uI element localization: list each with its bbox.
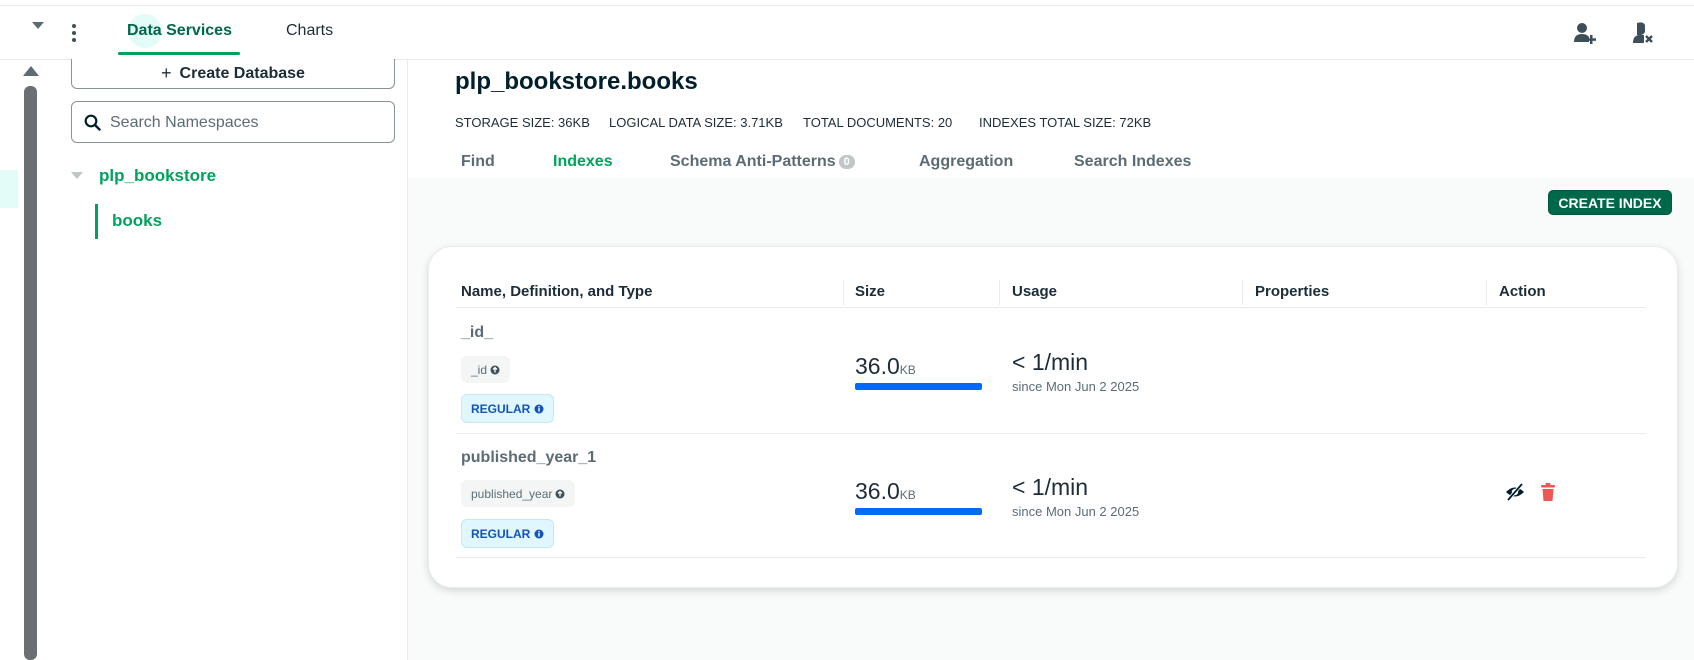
index-usage-since: since Mon Jun 2 2025 — [1012, 504, 1140, 519]
index-size: 36.0KB — [855, 353, 916, 380]
header-name-definition-type[interactable]: Name, Definition, and Type — [461, 283, 652, 300]
index-size-unit: KB — [899, 363, 916, 377]
database-item[interactable]: plp_bookstore — [99, 166, 216, 186]
search-input[interactable] — [110, 111, 380, 135]
delete-index-icon[interactable] — [1537, 481, 1559, 503]
stat-total-documents: TOTAL DOCUMENTS: 20 — [803, 115, 953, 130]
index-size-value: 36.0 — [855, 478, 900, 504]
index-size-bar — [855, 508, 982, 515]
index-size-unit: KB — [899, 488, 916, 502]
info-icon — [534, 404, 544, 413]
caret-down-icon[interactable] — [32, 22, 44, 29]
index-type-badge[interactable]: REGULAR — [461, 394, 555, 423]
tab-schema-label: Schema Anti-Patterns — [670, 153, 836, 170]
header-properties[interactable]: Properties — [1255, 283, 1329, 300]
index-type-label: REGULAR — [471, 401, 531, 416]
index-field-chip[interactable]: published_year — [461, 480, 576, 507]
info-icon — [534, 529, 544, 538]
table-row-divider — [456, 307, 1646, 308]
index-usage-rate: < 1/min — [1012, 349, 1089, 375]
stat-logical-size: LOGICAL DATA SIZE: 3.71KB — [609, 115, 783, 130]
index-type-label: REGULAR — [471, 526, 531, 541]
anti-pattern-count-badge: 0 — [838, 155, 855, 169]
collection-item[interactable]: books — [112, 211, 162, 231]
index-usage-since: since Mon Jun 2 2025 — [1012, 379, 1140, 394]
tab-schema-anti-patterns[interactable]: Schema Anti-Patterns 0 — [670, 153, 855, 171]
index-size-value: 36.0 — [855, 353, 900, 379]
header-divider — [1242, 280, 1243, 305]
tab-aggregation[interactable]: Aggregation — [919, 153, 1013, 171]
header-usage[interactable]: Usage — [1012, 283, 1057, 300]
index-name: published_year_1 — [461, 449, 597, 466]
search-icon — [84, 114, 101, 131]
tab-active-underline — [118, 52, 240, 55]
top-navbar — [0, 6, 1694, 60]
scrollbar-thumb[interactable] — [24, 86, 37, 660]
rail-highlight — [0, 170, 18, 208]
index-field-chip[interactable]: _id — [461, 356, 511, 383]
page-title: plp_bookstore.books — [455, 68, 698, 95]
index-size: 36.0KB — [855, 478, 916, 505]
create-database-label: Create Database — [179, 64, 305, 82]
ascending-icon — [555, 489, 565, 498]
header-divider — [999, 280, 1000, 305]
tab-search-indexes[interactable]: Search Indexes — [1074, 153, 1191, 171]
more-vertical-icon[interactable] — [72, 24, 76, 45]
tab-find[interactable]: Find — [461, 153, 495, 171]
plus-icon: + — [161, 63, 172, 83]
invite-user-icon[interactable] — [1572, 20, 1598, 46]
index-size-bar — [855, 383, 982, 390]
database-expand-icon[interactable] — [71, 172, 83, 179]
collection-active-indicator — [95, 204, 98, 239]
stat-indexes-size: INDEXES TOTAL SIZE: 72KB — [979, 115, 1152, 130]
create-database-button[interactable]: + Create Database — [71, 59, 395, 89]
tab-charts[interactable]: Charts — [286, 22, 333, 40]
tab-data-services[interactable]: Data Services — [127, 22, 232, 40]
header-divider — [843, 280, 844, 305]
ascending-icon — [490, 365, 500, 374]
stat-storage-size: STORAGE SIZE: 36KB — [455, 115, 590, 130]
index-type-badge[interactable]: REGULAR — [461, 519, 555, 548]
header-divider — [1486, 280, 1487, 305]
index-field-label: published_year — [471, 486, 553, 501]
index-name: _id_ — [461, 324, 494, 341]
index-field-label: _id — [471, 362, 488, 377]
search-namespaces[interactable] — [71, 101, 395, 143]
table-row-divider — [456, 557, 1646, 558]
settings-user-icon[interactable] — [1630, 20, 1656, 46]
hide-index-icon[interactable] — [1504, 481, 1526, 503]
scroll-up-arrow-icon[interactable] — [23, 66, 39, 76]
header-size[interactable]: Size — [855, 283, 885, 300]
create-index-button[interactable]: CREATE INDEX — [1548, 190, 1672, 215]
index-usage-rate: < 1/min — [1012, 474, 1089, 500]
header-action: Action — [1499, 283, 1546, 300]
tab-indexes[interactable]: Indexes — [553, 153, 613, 171]
table-row-divider — [456, 433, 1646, 434]
